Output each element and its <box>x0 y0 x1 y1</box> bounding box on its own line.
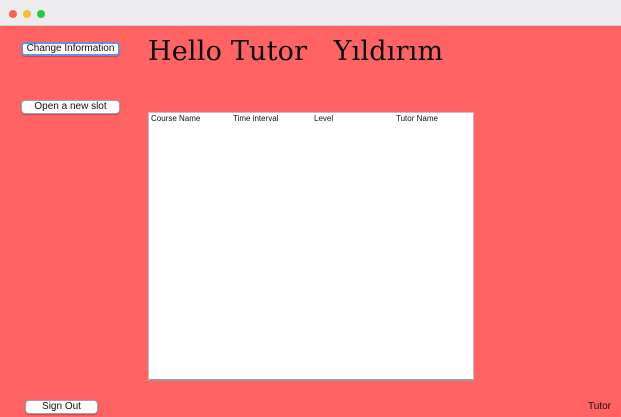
greeting-title: Hello Tutor Yıldırım <box>148 36 444 67</box>
window-titlebar <box>0 0 621 26</box>
role-label: Tutor <box>588 401 611 412</box>
sign-out-button[interactable]: Sign Out <box>25 400 98 414</box>
minimize-window-button[interactable] <box>23 10 31 18</box>
column-header-tutor-name[interactable]: Tutor Name <box>396 114 438 123</box>
zoom-window-button[interactable] <box>37 10 45 18</box>
main-panel: Change Information Open a new slot Hello… <box>0 26 621 417</box>
open-new-slot-button[interactable]: Open a new slot <box>21 100 120 114</box>
change-information-button[interactable]: Change Information <box>21 42 120 56</box>
column-header-level[interactable]: Level <box>314 114 333 123</box>
column-header-time-interval[interactable]: Time interval <box>233 114 279 123</box>
column-header-course-name[interactable]: Course Name <box>151 114 200 123</box>
table-header: Course Name Time interval Level Tutor Na… <box>149 113 473 125</box>
slots-table[interactable]: Course Name Time interval Level Tutor Na… <box>148 112 474 381</box>
close-window-button[interactable] <box>9 10 17 18</box>
